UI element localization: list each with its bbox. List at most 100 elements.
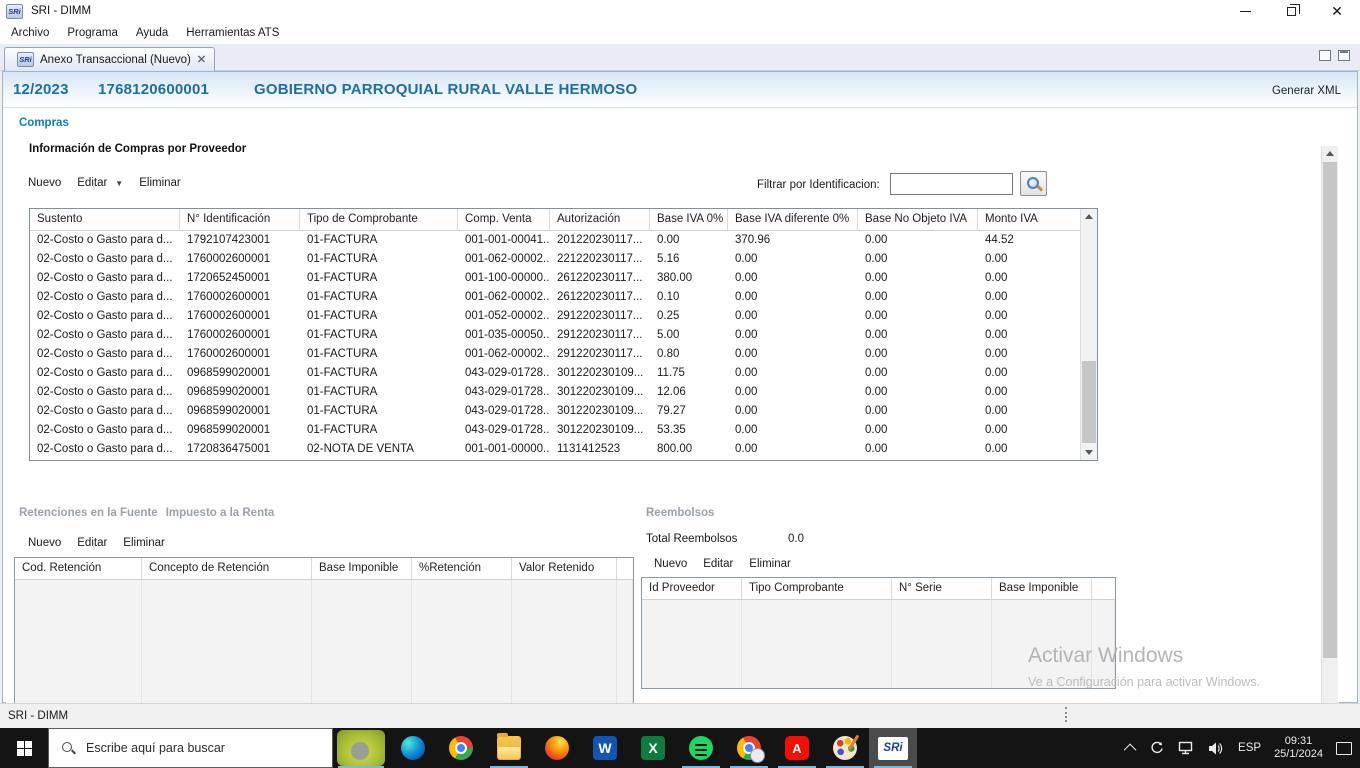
- table-row[interactable]: 02-Costo o Gasto para d... 0968599020001…: [30, 402, 1082, 421]
- column-header[interactable]: Concepto de Retención: [142, 558, 312, 579]
- column-header[interactable]: %Retención: [412, 558, 512, 579]
- tab-anexo-transaccional[interactable]: Anexo Transaccional (Nuevo) ✕: [4, 47, 216, 71]
- taskbar-button-edge[interactable]: [389, 728, 437, 768]
- column-header[interactable]: Cod. Retención: [15, 558, 142, 579]
- cell-base-no-objeto: 0.00: [865, 405, 888, 417]
- table-row[interactable]: 02-Costo o Gasto para d... 0968599020001…: [30, 383, 1082, 402]
- taskbar-clock[interactable]: 09:31 25/1/2024: [1274, 735, 1323, 761]
- scroll-up-icon[interactable]: [1081, 209, 1097, 224]
- column-header[interactable]: Tipo de Comprobante: [300, 209, 458, 230]
- cell-base-iva-diferente: 0.00: [735, 272, 758, 284]
- taskbar-button-sri-dimm[interactable]: [869, 728, 917, 768]
- cell-tipo-comprobante: 01-FACTURA: [307, 348, 378, 360]
- nuevo-button[interactable]: Nuevo: [28, 177, 61, 189]
- tray-chevron-up-icon[interactable]: [1123, 743, 1137, 756]
- taskbar-button-spotify[interactable]: [677, 728, 725, 768]
- cell-base-no-objeto: 0.00: [865, 329, 888, 341]
- network-display-icon[interactable]: [1178, 741, 1195, 756]
- cell-comp-venta: 001-062-00002...: [465, 291, 550, 303]
- app-icon: [833, 736, 857, 760]
- taskbar-button-word[interactable]: [581, 728, 629, 768]
- table-row[interactable]: 02-Costo o Gasto para d... 1760002600001…: [30, 250, 1082, 269]
- column-header[interactable]: Sustento: [30, 209, 180, 230]
- view-minimize-icon[interactable]: [1319, 50, 1331, 61]
- taskbar-button-3d-model-app[interactable]: [333, 728, 389, 768]
- reembolsos-nuevo-button[interactable]: Nuevo: [654, 558, 687, 570]
- taskbar-button-excel[interactable]: [629, 728, 677, 768]
- menu-item-programa[interactable]: Programa: [58, 24, 127, 42]
- tab-label: Anexo Transaccional (Nuevo): [40, 53, 191, 66]
- app-icon: [689, 736, 713, 760]
- restore-button[interactable]: [1268, 0, 1314, 22]
- column-header[interactable]: Base IVA 0%: [650, 209, 728, 230]
- column-header[interactable]: Monto IVA: [978, 209, 1082, 230]
- column-header[interactable]: N° Identificación: [180, 209, 300, 230]
- table-row[interactable]: 02-Costo o Gasto para d... 1760002600001…: [30, 288, 1082, 307]
- app-icon: [545, 736, 569, 760]
- column-header[interactable]: Comp. Venta: [458, 209, 550, 230]
- taskbar-button-paint[interactable]: [821, 728, 869, 768]
- filter-input[interactable]: [890, 173, 1013, 195]
- taskbar-button-firefox[interactable]: [533, 728, 581, 768]
- taskbar-button-acrobat[interactable]: [773, 728, 821, 768]
- taskbar-search-input[interactable]: [86, 741, 316, 755]
- taskbar-button-chrome[interactable]: [437, 728, 485, 768]
- table-row[interactable]: 02-Costo o Gasto para d... 1720652450001…: [30, 269, 1082, 288]
- column-header[interactable]: Autorización: [550, 209, 650, 230]
- taskbar-button-file-explorer[interactable]: [485, 728, 533, 768]
- column-header[interactable]: Tipo Comprobante: [742, 578, 892, 599]
- retenciones-nuevo-button[interactable]: Nuevo: [28, 537, 61, 549]
- table-row[interactable]: 02-Costo o Gasto para d... 1792107423001…: [30, 231, 1082, 250]
- taskbar-button-chrome-profile[interactable]: [725, 728, 773, 768]
- table-row[interactable]: 02-Costo o Gasto para d... 0968599020001…: [30, 421, 1082, 440]
- compras-table-body: 02-Costo o Gasto para d... 1792107423001…: [30, 231, 1082, 459]
- cell-base-iva-0: 800.00: [657, 443, 693, 455]
- table-row[interactable]: 02-Costo o Gasto para d... 1760002600001…: [30, 307, 1082, 326]
- column-header[interactable]: Id Proveedor: [642, 578, 742, 599]
- generar-xml-button[interactable]: Generar XML: [1272, 85, 1341, 97]
- editar-button[interactable]: Editar: [77, 177, 107, 189]
- menu-item-archivo[interactable]: Archivo: [2, 24, 58, 42]
- cell-identificacion: 0968599020001: [187, 405, 271, 417]
- reembolsos-eliminar-button[interactable]: Eliminar: [749, 558, 791, 570]
- column-header[interactable]: Base Imponible: [992, 578, 1092, 599]
- eliminar-button[interactable]: Eliminar: [139, 177, 181, 189]
- scroll-up-icon[interactable]: [1322, 146, 1338, 161]
- filter-search-button[interactable]: [1020, 171, 1047, 196]
- menu-item-ayuda[interactable]: Ayuda: [127, 24, 177, 42]
- column-header[interactable]: Valor Retenido: [512, 558, 617, 579]
- table-row[interactable]: 02-Costo o Gasto para d... 1760002600001…: [30, 345, 1082, 364]
- column-header[interactable]: Base Imponible: [312, 558, 412, 579]
- volume-icon[interactable]: [1208, 741, 1225, 756]
- scroll-down-icon[interactable]: [1081, 445, 1097, 460]
- table-row[interactable]: 02-Costo o Gasto para d... 1760002600001…: [30, 326, 1082, 345]
- sync-icon[interactable]: [1149, 740, 1165, 756]
- table-scrollbar[interactable]: [1080, 209, 1097, 460]
- content-scrollbar-thumb[interactable]: [1323, 162, 1337, 658]
- action-center-icon[interactable]: [1336, 741, 1352, 755]
- column-header[interactable]: Base No Objeto IVA: [858, 209, 978, 230]
- keyboard-language[interactable]: ESP: [1238, 742, 1261, 754]
- retenciones-editar-button[interactable]: Editar: [77, 537, 107, 549]
- start-button[interactable]: [0, 728, 48, 768]
- tab-close-icon[interactable]: ✕: [197, 53, 206, 66]
- close-icon: ✕: [1331, 3, 1343, 19]
- table-row[interactable]: 02-Costo o Gasto para d... 1720836475001…: [30, 440, 1082, 459]
- cell-monto-iva: 0.00: [985, 348, 1008, 360]
- taskbar-search[interactable]: [48, 728, 333, 768]
- minimize-button[interactable]: [1222, 0, 1268, 22]
- editar-dropdown-icon[interactable]: ▼: [115, 179, 123, 188]
- table-scrollbar-thumb[interactable]: [1082, 361, 1096, 443]
- splitter-handle[interactable]: [1065, 707, 1067, 722]
- reembolsos-editar-button[interactable]: Editar: [703, 558, 733, 570]
- cell-base-iva-0: 53.35: [657, 424, 686, 436]
- menu-item-herramientas-ats[interactable]: Herramientas ATS: [177, 24, 288, 42]
- retenciones-eliminar-button[interactable]: Eliminar: [123, 537, 165, 549]
- cell-sustento: 02-Costo o Gasto para d...: [37, 367, 173, 379]
- table-row[interactable]: 02-Costo o Gasto para d... 0968599020001…: [30, 364, 1082, 383]
- column-header[interactable]: Base IVA diferente 0%: [728, 209, 858, 230]
- column-header[interactable]: N° Serie: [892, 578, 992, 599]
- content-scrollbar[interactable]: [1321, 146, 1338, 703]
- view-maximize-icon[interactable]: [1338, 50, 1350, 61]
- close-button[interactable]: ✕: [1314, 0, 1360, 22]
